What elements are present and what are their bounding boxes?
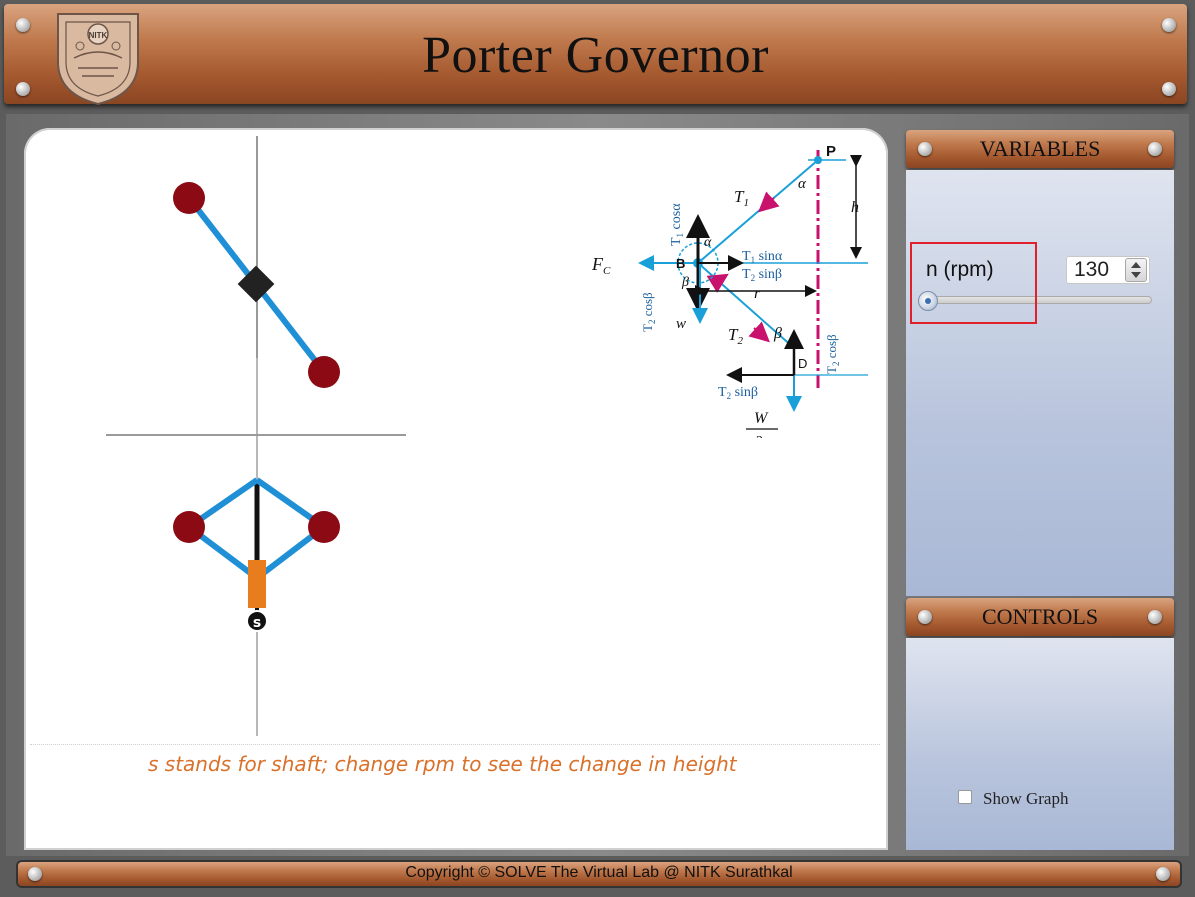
svg-text:W: W [754, 410, 769, 427]
top-view-ball-right [308, 356, 340, 388]
svg-text:α: α [704, 235, 712, 250]
variables-panel-title: VARIABLES [979, 136, 1101, 161]
svg-text:T2 sinβ: T2 sinβ [718, 385, 758, 401]
nitk-logo-icon: NITK [57, 13, 139, 106]
svg-text:P: P [826, 143, 836, 160]
sleeve-block [248, 560, 266, 608]
show-graph-checkbox[interactable] [958, 790, 972, 804]
controls-panel [906, 638, 1174, 850]
hint-divider [30, 744, 880, 745]
show-graph-label[interactable]: Show Graph [983, 789, 1068, 809]
variables-panel [906, 170, 1174, 596]
svg-text:T2: T2 [728, 325, 743, 347]
svg-text:T1 sinα: T1 sinα [742, 249, 783, 265]
svg-text:r: r [754, 285, 761, 302]
force-diagram: P T1 α h T1 cosα α T1 sinα T2 sinβ FC B … [591, 143, 868, 438]
bolt-icon [918, 142, 932, 156]
footer-bar: Copyright © SOLVE The Virtual Lab @ NITK… [18, 862, 1180, 886]
hint-text: s stands for shaft; change rpm to see th… [148, 752, 737, 776]
variables-panel-header: VARIABLES [906, 130, 1174, 168]
pivot-P [814, 156, 822, 164]
bolt-icon [1148, 610, 1162, 624]
governor-ball-left [173, 511, 205, 543]
svg-text:T2 sinβ: T2 sinβ [742, 267, 782, 283]
svg-text:FC: FC [591, 254, 611, 277]
page-title: Porter Governor [422, 27, 769, 84]
rpm-input[interactable]: 130 [1066, 256, 1150, 284]
governor-ball-right [308, 511, 340, 543]
bolt-icon [1148, 142, 1162, 156]
chevron-up-icon[interactable] [1131, 262, 1141, 268]
shaft-marker-label: s [253, 615, 261, 631]
rpm-stepper[interactable] [1125, 258, 1147, 282]
svg-text:T2 cosβ: T2 cosβ [824, 334, 841, 374]
svg-text:h: h [851, 199, 859, 216]
controls-panel-header: CONTROLS [906, 598, 1174, 636]
chevron-down-icon[interactable] [1131, 272, 1141, 278]
highlight-box [910, 242, 1037, 324]
bolt-icon [918, 610, 932, 624]
svg-text:D: D [798, 356, 807, 371]
svg-text:T1 cosα: T1 cosα [669, 203, 685, 246]
svg-text:w: w [676, 316, 686, 332]
svg-text:T1: T1 [734, 187, 749, 209]
svg-text:β: β [773, 325, 782, 342]
svg-text:2: 2 [756, 434, 763, 438]
app-header: Porter Governor [4, 4, 1187, 104]
svg-text:α: α [798, 176, 807, 192]
top-view-ball-left [173, 182, 205, 214]
svg-text:NITK: NITK [89, 31, 108, 40]
rpm-value: 130 [1074, 258, 1110, 281]
svg-text:β: β [681, 275, 689, 290]
controls-panel-title: CONTROLS [981, 604, 1099, 629]
svg-text:B: B [676, 256, 685, 271]
simulation-canvas: s P T1 α h T1 cosα α T1 sinα T2 sinβ FC … [24, 128, 888, 850]
copyright-text: Copyright © SOLVE The Virtual Lab @ NITK… [405, 864, 793, 881]
svg-text:T2 cosβ: T2 cosβ [640, 292, 657, 332]
